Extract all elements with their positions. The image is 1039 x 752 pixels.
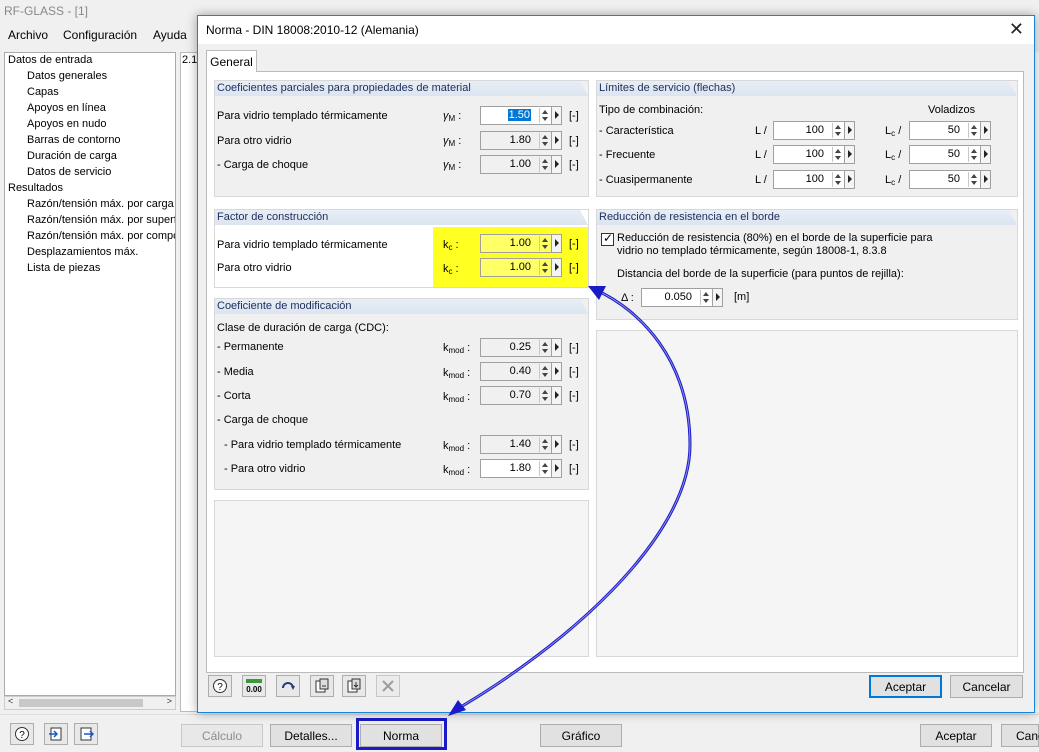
annotation-arrow-overlay [448, 286, 692, 716]
curved-arrow-path [451, 288, 692, 714]
tab-general[interactable]: General [206, 50, 257, 72]
arrow-head-bottom [448, 700, 466, 716]
curved-arrow-shine [451, 289, 691, 713]
